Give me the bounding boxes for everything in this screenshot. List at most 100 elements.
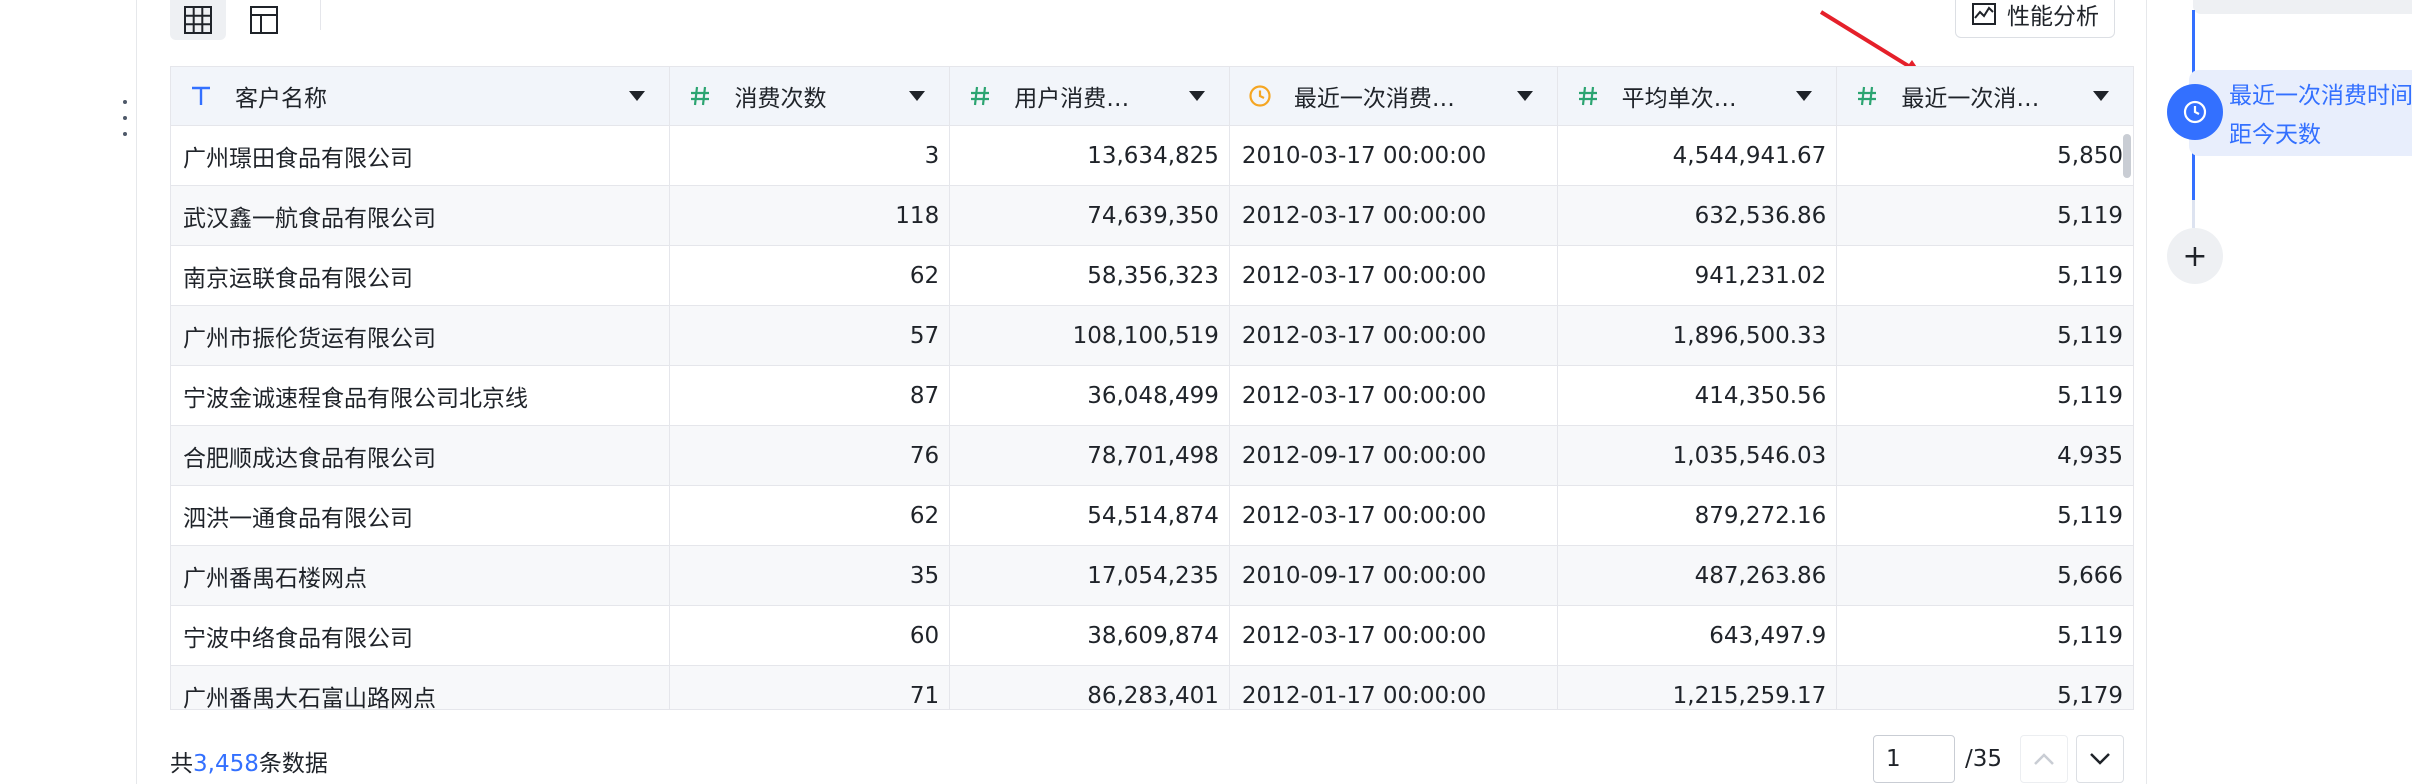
- table-cell[interactable]: 宁波金诚速程食品有限公司北京线: [171, 366, 671, 425]
- table-cell[interactable]: 2012-03-17 00:00:00: [1230, 306, 1558, 365]
- table-cell[interactable]: 4,544,941.67: [1558, 126, 1838, 185]
- table-cell[interactable]: 合肥顺成达食品有限公司: [171, 426, 671, 485]
- table-cell[interactable]: 62: [670, 246, 951, 305]
- table-cell[interactable]: 1,896,500.33: [1558, 306, 1838, 365]
- flow-node-button[interactable]: [2167, 84, 2223, 140]
- table-cell[interactable]: 5,119: [1837, 246, 2133, 305]
- column-header-label: 客户名称: [235, 86, 327, 112]
- drag-handle-icon[interactable]: [120, 100, 130, 136]
- grid-view-button[interactable]: [170, 0, 226, 40]
- table-cell[interactable]: 武汉鑫一航食品有限公司: [171, 186, 671, 245]
- table-cell[interactable]: 632,536.86: [1558, 186, 1838, 245]
- column-header[interactable]: 用户消费…: [950, 67, 1230, 125]
- add-node-button[interactable]: +: [2167, 228, 2223, 284]
- table-cell[interactable]: 1,215,259.17: [1558, 666, 1838, 709]
- table-cell[interactable]: 941,231.02: [1558, 246, 1838, 305]
- table-cell[interactable]: 76: [670, 426, 951, 485]
- performance-analysis-button[interactable]: 性能分析: [1955, 0, 2115, 38]
- table-cell[interactable]: 5,850: [1837, 126, 2133, 185]
- column-header[interactable]: 最近一次消…: [1837, 67, 2133, 125]
- next-page-button[interactable]: [2076, 735, 2125, 783]
- table-cell[interactable]: 62: [670, 486, 951, 545]
- column-header[interactable]: 最近一次消费…: [1230, 67, 1558, 125]
- page-number-input[interactable]: [1873, 735, 1955, 783]
- table-cell[interactable]: 78,701,498: [950, 426, 1230, 485]
- table-cell[interactable]: 2012-03-17 00:00:00: [1230, 486, 1558, 545]
- sort-dropdown-icon[interactable]: [1796, 91, 1813, 101]
- table-cell[interactable]: 879,272.16: [1558, 486, 1838, 545]
- table-cell[interactable]: 5,119: [1837, 366, 2133, 425]
- table-cell[interactable]: 2012-01-17 00:00:00: [1230, 666, 1558, 709]
- table-cell[interactable]: 广州番禺石楼网点: [171, 546, 671, 605]
- table-cell[interactable]: 2012-03-17 00:00:00: [1230, 186, 1558, 245]
- table-cell[interactable]: 643,497.9: [1558, 606, 1838, 665]
- table-row[interactable]: 南京运联食品有限公司 62 58,356,323 2012-03-17 00:00:0…: [171, 246, 2133, 306]
- view-toolbar: [170, 0, 321, 40]
- sort-dropdown-icon[interactable]: [909, 91, 926, 101]
- table-row[interactable]: 泗洪一通食品有限公司 62 54,514,874 2012-03-17 00:00:0…: [171, 486, 2133, 546]
- table-cell[interactable]: 60: [670, 606, 951, 665]
- table-cell[interactable]: 71: [670, 666, 951, 709]
- flow-panel: 最近一次消费时间 距今天数 +: [2146, 0, 2412, 784]
- table-cell[interactable]: 宁波中络食品有限公司: [171, 606, 671, 665]
- data-table: 客户名称 消费次数 用户消费… 最近一次消费… 平均单次… 最近一次消… 广州璟田食品有限…: [170, 66, 2134, 710]
- table-cell[interactable]: 广州市振伦货运有限公司: [171, 306, 671, 365]
- table-cell[interactable]: 57: [670, 306, 951, 365]
- column-header[interactable]: 平均单次…: [1558, 67, 1838, 125]
- table-cell[interactable]: 13,634,825: [950, 126, 1230, 185]
- column-header[interactable]: 客户名称: [171, 67, 671, 125]
- sort-dropdown-icon[interactable]: [629, 91, 646, 101]
- table-cell[interactable]: 2010-03-17 00:00:00: [1230, 126, 1558, 185]
- table-cell[interactable]: 36,048,499: [950, 366, 1230, 425]
- table-cell[interactable]: 广州番禺大石富山路网点: [171, 666, 671, 709]
- vertical-scrollbar[interactable]: [2123, 134, 2131, 178]
- table-cell[interactable]: 86,283,401: [950, 666, 1230, 709]
- column-header-label: 最近一次消费…: [1293, 86, 1455, 112]
- table-cell[interactable]: 5,119: [1837, 306, 2133, 365]
- table-cell[interactable]: 87: [670, 366, 951, 425]
- table-cell[interactable]: 74,639,350: [950, 186, 1230, 245]
- prev-page-button[interactable]: [2020, 735, 2069, 783]
- table-cell[interactable]: 54,514,874: [950, 486, 1230, 545]
- table-cell[interactable]: 17,054,235: [950, 546, 1230, 605]
- sort-dropdown-icon[interactable]: [2093, 91, 2110, 101]
- table-row[interactable]: 武汉鑫一航食品有限公司 118 74,639,350 2012-03-17 00:00…: [171, 186, 2133, 246]
- table-cell[interactable]: 2012-03-17 00:00:00: [1230, 246, 1558, 305]
- table-cell[interactable]: 2010-09-17 00:00:00: [1230, 546, 1558, 605]
- table-row[interactable]: 合肥顺成达食品有限公司 76 78,701,498 2012-09-17 00:00:…: [171, 426, 2133, 486]
- table-cell[interactable]: 5,179: [1837, 666, 2133, 709]
- previous-node-card[interactable]: [2193, 0, 2412, 14]
- table-cell[interactable]: 广州璟田食品有限公司: [171, 126, 671, 185]
- sort-dropdown-icon[interactable]: [1516, 91, 1533, 101]
- table-cell[interactable]: 2012-03-17 00:00:00: [1230, 366, 1558, 425]
- table-row[interactable]: 广州璟田食品有限公司 3 13,634,825 2010-03-17 00:00:00…: [171, 126, 2133, 186]
- table-cell[interactable]: 118: [670, 186, 951, 245]
- table-cell[interactable]: 5,119: [1837, 606, 2133, 665]
- table-cell[interactable]: 1,035,546.03: [1558, 426, 1838, 485]
- table-row[interactable]: 广州番禺大石富山路网点 71 86,283,401 2012-01-17 00:00:…: [171, 666, 2133, 709]
- table-row[interactable]: 宁波金诚速程食品有限公司北京线 87 36,048,499 2012-03-17 00…: [171, 366, 2133, 426]
- table-cell[interactable]: 2012-03-17 00:00:00: [1230, 606, 1558, 665]
- table-cell[interactable]: 414,350.56: [1558, 366, 1838, 425]
- layout-view-button[interactable]: [236, 0, 292, 40]
- table-cell[interactable]: 5,119: [1837, 186, 2133, 245]
- table-row[interactable]: 广州番禺石楼网点 35 17,054,235 2010-09-17 00:00:00 4…: [171, 546, 2133, 606]
- table-cell[interactable]: 35: [670, 546, 951, 605]
- flow-node-label-line2: 距今天数: [2229, 122, 2321, 148]
- table-row[interactable]: 宁波中络食品有限公司 60 38,609,874 2012-03-17 00:00:0…: [171, 606, 2133, 666]
- table-cell[interactable]: 5,119: [1837, 486, 2133, 545]
- table-cell[interactable]: 2012-09-17 00:00:00: [1230, 426, 1558, 485]
- column-header[interactable]: 消费次数: [670, 67, 951, 125]
- table-cell[interactable]: 487,263.86: [1558, 546, 1838, 605]
- table-cell[interactable]: 5,666: [1837, 546, 2133, 605]
- flow-node-label-line1: 最近一次消费时间: [2229, 83, 2412, 109]
- table-cell[interactable]: 泗洪一通食品有限公司: [171, 486, 671, 545]
- sort-dropdown-icon[interactable]: [1188, 91, 1205, 101]
- table-cell[interactable]: 108,100,519: [950, 306, 1230, 365]
- table-cell[interactable]: 4,935: [1837, 426, 2133, 485]
- table-cell[interactable]: 南京运联食品有限公司: [171, 246, 671, 305]
- table-cell[interactable]: 3: [670, 126, 951, 185]
- table-cell[interactable]: 58,356,323: [950, 246, 1230, 305]
- table-cell[interactable]: 38,609,874: [950, 606, 1230, 665]
- table-row[interactable]: 广州市振伦货运有限公司 57 108,100,519 2012-03-17 00:00…: [171, 306, 2133, 366]
